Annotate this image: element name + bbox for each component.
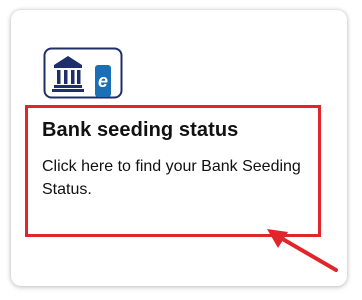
bank-building-icon: e (43, 47, 123, 99)
red-arrow-icon (267, 229, 338, 272)
card-title: Bank seeding status (42, 119, 239, 141)
badge-letter: e (98, 71, 108, 91)
card-description: Click here to find your Bank Seeding Sta… (42, 158, 301, 198)
screenshot-stage: e Bank seeding status Click here to find… (0, 0, 362, 300)
e-badge-icon: e (95, 65, 111, 97)
